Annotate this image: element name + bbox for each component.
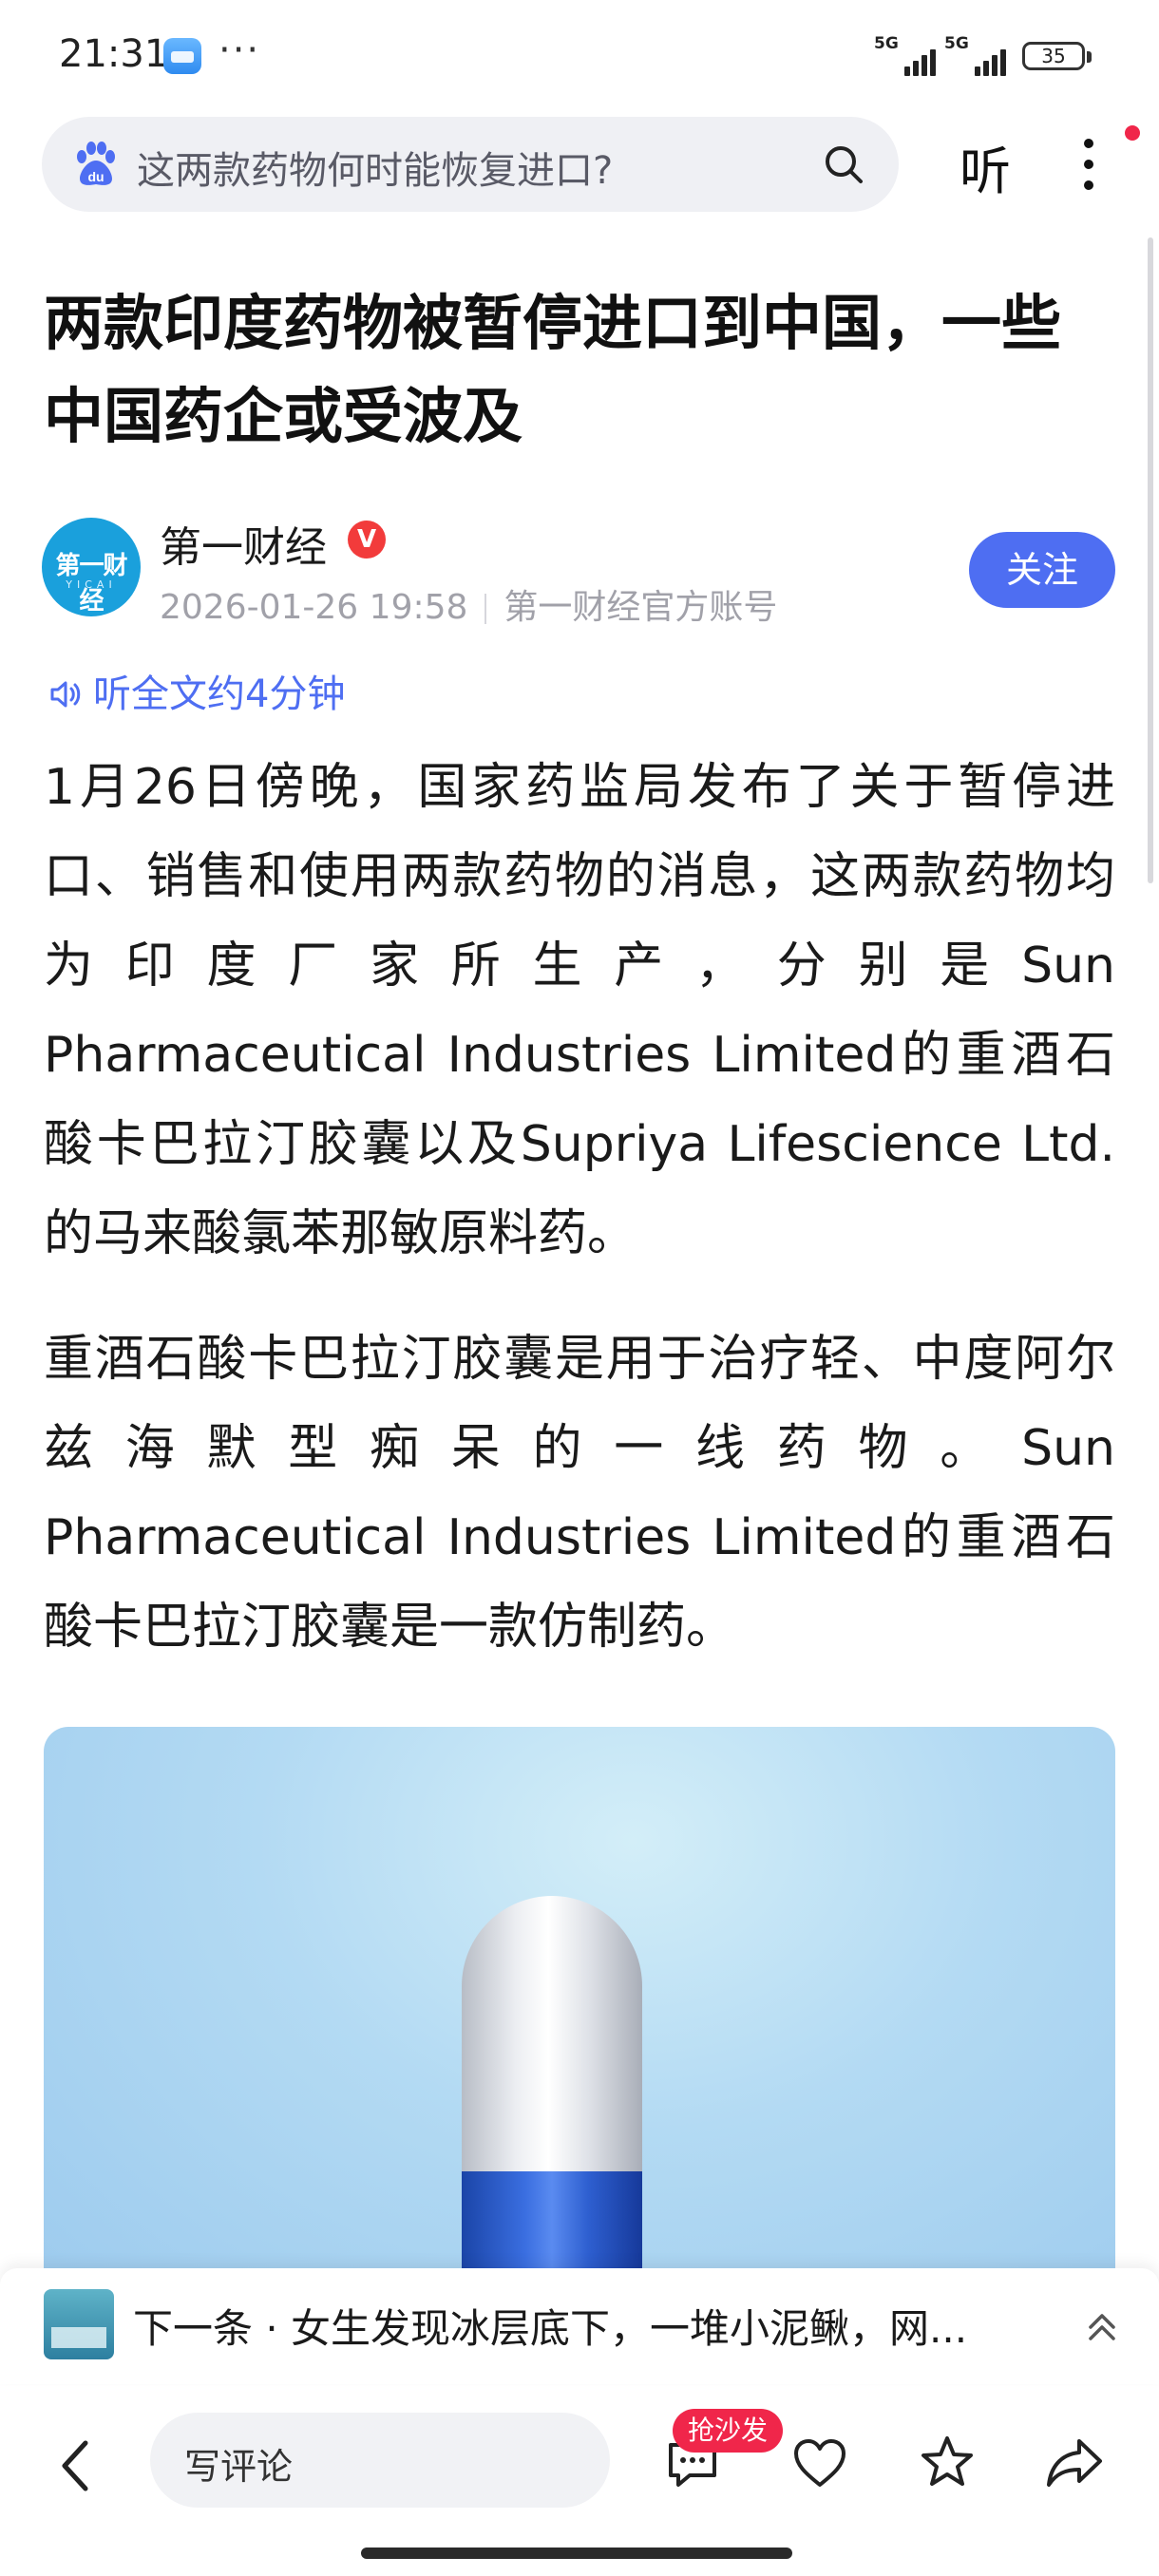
- share-icon[interactable]: [1043, 2432, 1106, 2494]
- home-indicator[interactable]: [361, 2548, 792, 2559]
- back-icon[interactable]: [53, 2437, 99, 2494]
- follow-button[interactable]: 关注: [969, 532, 1115, 608]
- heart-icon[interactable]: [788, 2432, 851, 2494]
- article-meta: 2026-01-26 19:58 第一财经官方账号: [160, 579, 777, 629]
- baidu-paw-icon: du: [77, 142, 115, 185]
- article-paragraph: 1月26日傍晚，国家药监局发布了关于暂停进口、销售和使用两款药物的消息，这两款药…: [44, 759, 1115, 1262]
- author-avatar[interactable]: 第一财经 YICAI: [42, 518, 141, 616]
- listen-all-label: 听全文约4分钟: [93, 672, 346, 716]
- avatar-logo-subtext: YICAI: [66, 578, 117, 591]
- speaker-icon: [50, 681, 81, 708]
- author-name[interactable]: 第一财经: [160, 513, 327, 574]
- article-image[interactable]: [44, 1727, 1115, 2297]
- source-account: 第一财经官方账号: [504, 588, 778, 627]
- notification-dot: [1125, 125, 1140, 141]
- notification-app-icon: [163, 38, 201, 74]
- comment-input[interactable]: 写评论: [150, 2413, 610, 2508]
- signal-icon-2: 5G: [944, 34, 1011, 76]
- verified-badge: V: [348, 521, 386, 559]
- scrollbar[interactable]: [1148, 237, 1153, 883]
- chevron-up-icon[interactable]: [1083, 2306, 1121, 2344]
- svg-text:du: du: [87, 169, 104, 184]
- listen-button[interactable]: 听: [960, 129, 1011, 204]
- sofa-badge: 抢沙发: [673, 2409, 784, 2453]
- next-article-bar[interactable]: 下一条 · 女生发现冰层底下，一堆小泥鳅，网...: [0, 2268, 1159, 2384]
- meta-divider: [484, 594, 487, 624]
- next-article-title[interactable]: 下一条 · 女生发现冰层底下，一堆小泥鳅，网...: [133, 2297, 1045, 2355]
- signal-icon-1: 5G: [874, 34, 940, 76]
- search-icon[interactable]: [821, 142, 866, 187]
- article-paragraph: 重酒石酸卡巴拉汀胶囊是用于治疗轻、中度阿尔兹海默型痴呆的一线药物。Sun Pha…: [44, 1331, 1115, 1656]
- network-type-2: 5G: [944, 34, 969, 53]
- next-article-thumbnail: [44, 2289, 114, 2359]
- comment-placeholder: 写评论: [184, 2446, 294, 2488]
- star-icon[interactable]: [916, 2432, 978, 2494]
- battery-level: 35: [1041, 45, 1066, 67]
- capsule-illustration: [462, 1896, 642, 2297]
- search-input[interactable]: 这两款药物何时能恢复进口?: [137, 140, 613, 195]
- publish-time: 2026-01-26 19:58: [160, 588, 468, 627]
- search-bar[interactable]: du 这两款药物何时能恢复进口?: [42, 117, 899, 212]
- status-bar: 21:31 ··· 5G 5G 35: [0, 0, 1159, 114]
- network-type-1: 5G: [874, 34, 899, 53]
- article-title: 两款印度药物被暂停进口到中国，一些中国药企或受波及: [44, 289, 1061, 451]
- status-more-dots: ···: [218, 28, 261, 72]
- listen-all-button[interactable]: 听全文约4分钟: [48, 663, 345, 718]
- battery-icon: 35: [1022, 42, 1092, 70]
- status-time: 21:31: [59, 32, 169, 76]
- more-icon[interactable]: [1078, 131, 1097, 198]
